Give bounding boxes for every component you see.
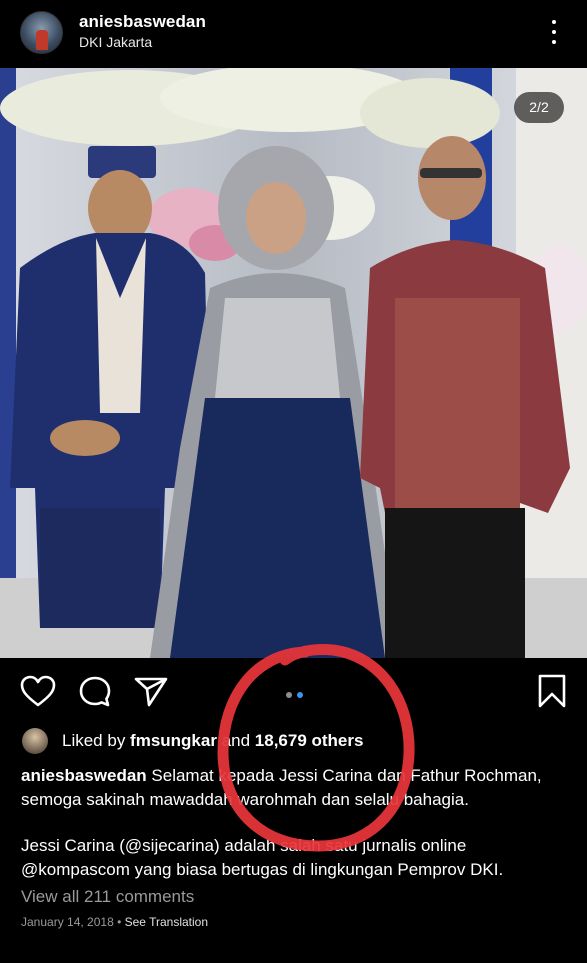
likes-middle: and bbox=[216, 731, 255, 750]
meta-separator: • bbox=[113, 915, 125, 929]
carousel-indicator bbox=[286, 685, 308, 703]
heart-icon[interactable] bbox=[20, 675, 56, 707]
carousel-dot-active bbox=[297, 692, 303, 698]
more-vertical-icon[interactable] bbox=[545, 18, 563, 46]
post-username[interactable]: aniesbaswedan bbox=[79, 12, 206, 32]
view-all-comments-link[interactable]: View all 211 comments bbox=[21, 887, 194, 907]
post-caption: aniesbaswedan Selamat kepada Jessi Carin… bbox=[21, 764, 571, 812]
post-header: aniesbaswedan DKI Jakarta bbox=[0, 0, 587, 68]
comment-icon[interactable] bbox=[78, 675, 112, 709]
carousel-counter: 2/2 bbox=[514, 92, 564, 123]
post-location[interactable]: DKI Jakarta bbox=[79, 34, 152, 50]
send-icon[interactable] bbox=[134, 676, 168, 708]
profile-avatar[interactable] bbox=[20, 11, 63, 54]
post-caption-second-paragraph: Jessi Carina (@sijecarina) adalah salah … bbox=[21, 836, 504, 879]
see-translation-link[interactable]: See Translation bbox=[125, 915, 208, 929]
liker-avatar bbox=[22, 728, 48, 754]
post-meta: January 14, 2018 • See Translation bbox=[21, 915, 208, 929]
wedding-photo-illustration bbox=[0, 68, 587, 658]
post-photo[interactable]: 2/2 bbox=[0, 68, 587, 658]
likes-text: Liked by fmsungkar and 18,679 others bbox=[62, 731, 363, 751]
bookmark-icon[interactable] bbox=[538, 674, 566, 708]
caption-username[interactable]: aniesbaswedan bbox=[21, 766, 147, 785]
likes-prefix: Liked by bbox=[62, 731, 131, 750]
carousel-dot bbox=[286, 692, 292, 698]
post-date: January 14, 2018 bbox=[21, 915, 114, 929]
likes-count[interactable]: 18,679 others bbox=[255, 731, 364, 750]
liker-username[interactable]: fmsungkar bbox=[130, 731, 217, 750]
